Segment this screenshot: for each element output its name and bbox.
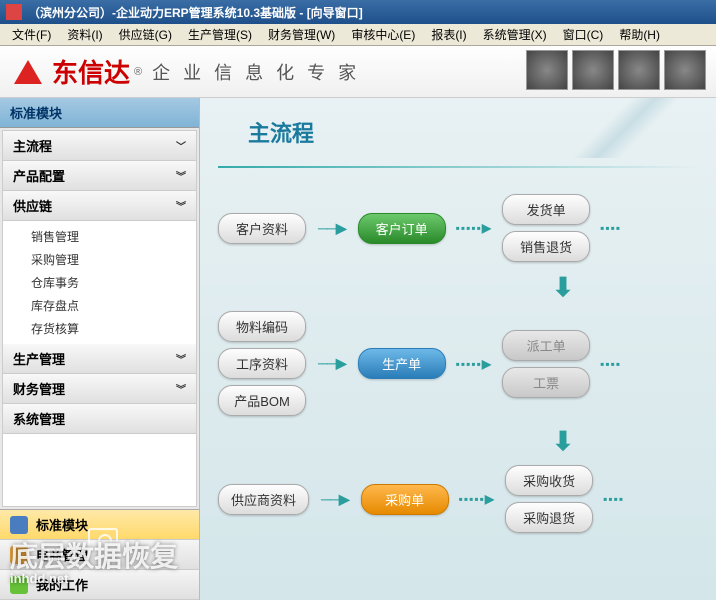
sidebar-title: 标准模块 xyxy=(0,98,199,128)
header-image xyxy=(526,50,568,90)
accordion-label: 系统管理 xyxy=(13,409,65,428)
window-titlebar: （滨州分公司）-企业动力ERP管理系统10.3基础版 - [向导窗口] xyxy=(0,0,716,24)
menu-item[interactable]: 资料(I) xyxy=(59,24,110,45)
arrow-dashed-right-icon: ▪▪▪▪ xyxy=(593,492,634,506)
arrow-right-icon: ──▶ xyxy=(309,491,361,508)
flow-right-stack: 派工单工票 xyxy=(502,330,590,398)
chevron-down-icon: ﹀ xyxy=(176,138,186,153)
flow-node[interactable]: 产品BOM xyxy=(218,385,306,416)
accordion-header[interactable]: 产品配置 ︾ xyxy=(3,161,196,191)
flow-left-stack: 客户资料 xyxy=(218,213,306,244)
accordion-label: 主流程 xyxy=(13,136,52,155)
menu-item[interactable]: 文件(F) xyxy=(4,24,59,45)
arrow-dashed-right-icon: ▪▪▪▪▪▶ xyxy=(446,357,503,371)
arrow-dashed-right-icon: ▪▪▪▪ xyxy=(590,357,631,371)
content-area: 标准模块 主流程﹀产品配置︾供应链︾销售管理采购管理仓库事务库存盘点存货核算生产… xyxy=(0,98,716,600)
header-images xyxy=(526,50,706,90)
sidebar-bottom-tabs: 标准模块电商管理我的工作 xyxy=(0,509,199,600)
sidebar-item[interactable]: 采购管理 xyxy=(31,248,196,271)
flow-node[interactable]: 销售退货 xyxy=(502,231,590,262)
module-icon xyxy=(10,576,28,594)
chevron-double-down-icon: ︾ xyxy=(176,168,186,183)
menu-item[interactable]: 帮助(H) xyxy=(611,24,668,45)
chevron-double-down-icon: ︾ xyxy=(176,351,186,366)
header-image xyxy=(618,50,660,90)
sidebar-tab-label: 我的工作 xyxy=(36,575,88,594)
flow-left-stack: 物料编码工序资料产品BOM xyxy=(218,311,306,416)
menubar: 文件(F)资料(I)供应链(G)生产管理(S)财务管理(W)审核中心(E)报表(… xyxy=(0,24,716,46)
sidebar: 标准模块 主流程﹀产品配置︾供应链︾销售管理采购管理仓库事务库存盘点存货核算生产… xyxy=(0,98,200,600)
sidebar-item[interactable]: 存货核算 xyxy=(31,317,196,340)
module-icon xyxy=(10,516,28,534)
arrow-right-icon: ──▶ xyxy=(306,220,358,237)
sidebar-body: 主流程﹀产品配置︾供应链︾销售管理采购管理仓库事务库存盘点存货核算生产管理︾财务… xyxy=(2,130,197,507)
registered-mark: ® xyxy=(134,66,142,78)
flow-right-stack: 采购收货采购退货 xyxy=(505,465,593,533)
module-icon xyxy=(10,546,28,564)
accordion-header[interactable]: 生产管理 ︾ xyxy=(3,344,196,374)
window-title: （滨州分公司）-企业动力ERP管理系统10.3基础版 - [向导窗口] xyxy=(28,4,363,21)
accordion-header[interactable]: 财务管理 ︾ xyxy=(3,374,196,404)
sidebar-tab[interactable]: 电商管理 xyxy=(0,540,199,570)
flow-left-stack: 供应商资料 xyxy=(218,484,309,515)
accordion-label: 供应链 xyxy=(13,196,52,215)
flow-node[interactable]: 派工单 xyxy=(502,330,590,361)
sidebar-tab[interactable]: 我的工作 xyxy=(0,570,199,600)
arrow-dashed-right-icon: ▪▪▪▪ xyxy=(590,221,631,235)
menu-item[interactable]: 报表(I) xyxy=(423,24,474,45)
arrow-down-icon: ⬇ xyxy=(428,272,698,303)
logo-text: 东信达 xyxy=(52,53,130,90)
menu-item[interactable]: 财务管理(W) xyxy=(260,24,343,45)
arrow-down-icon: ⬇ xyxy=(428,426,698,457)
flow-row: 客户资料──▶客户订单▪▪▪▪▪▶发货单销售退货▪▪▪▪ xyxy=(218,194,698,262)
header-image xyxy=(664,50,706,90)
flow-node[interactable]: 生产单 xyxy=(358,348,446,379)
title-underline xyxy=(218,166,698,168)
flow-node[interactable]: 发货单 xyxy=(502,194,590,225)
accordion-label: 财务管理 xyxy=(13,379,65,398)
sidebar-item[interactable]: 库存盘点 xyxy=(31,294,196,317)
chevron-double-down-icon: ︾ xyxy=(176,198,186,213)
sidebar-tab-label: 标准模块 xyxy=(36,515,88,534)
sidebar-item[interactable]: 销售管理 xyxy=(31,225,196,248)
arrow-dashed-right-icon: ▪▪▪▪▪▶ xyxy=(446,221,503,235)
accordion-label: 生产管理 xyxy=(13,349,65,368)
arrow-right-icon: ──▶ xyxy=(306,355,358,372)
flow-node[interactable]: 供应商资料 xyxy=(218,484,309,515)
app-icon xyxy=(6,4,22,20)
flow-node[interactable]: 物料编码 xyxy=(218,311,306,342)
flow-node[interactable]: 采购单 xyxy=(361,484,449,515)
main-panel: 主流程 客户资料──▶客户订单▪▪▪▪▪▶发货单销售退货▪▪▪▪⬇物料编码工序资… xyxy=(200,98,716,600)
menu-item[interactable]: 生产管理(S) xyxy=(180,24,260,45)
flow-node[interactable]: 工序资料 xyxy=(218,348,306,379)
accordion-body: 销售管理采购管理仓库事务库存盘点存货核算 xyxy=(3,221,196,344)
flow-node[interactable]: 客户资料 xyxy=(218,213,306,244)
flow-right-stack: 发货单销售退货 xyxy=(502,194,590,262)
accordion-header[interactable]: 系统管理 xyxy=(3,404,196,434)
main-title: 主流程 xyxy=(248,116,698,148)
flowchart: 客户资料──▶客户订单▪▪▪▪▪▶发货单销售退货▪▪▪▪⬇物料编码工序资料产品B… xyxy=(218,194,698,533)
logo-subtitle: 企 业 信 息 化 专 家 xyxy=(152,59,360,85)
flow-row: 供应商资料──▶采购单▪▪▪▪▪▶采购收货采购退货▪▪▪▪ xyxy=(218,465,698,533)
flow-node[interactable]: 工票 xyxy=(502,367,590,398)
header-image xyxy=(572,50,614,90)
logo-icon xyxy=(14,60,42,84)
menu-item[interactable]: 供应链(G) xyxy=(111,24,180,45)
flow-node[interactable]: 采购收货 xyxy=(505,465,593,496)
app-header: 东信达 ® 企 业 信 息 化 专 家 xyxy=(0,46,716,98)
accordion-header[interactable]: 主流程 ﹀ xyxy=(3,131,196,161)
accordion-header[interactable]: 供应链 ︾ xyxy=(3,191,196,221)
arrow-dashed-right-icon: ▪▪▪▪▪▶ xyxy=(449,492,506,506)
flow-row: 物料编码工序资料产品BOM──▶生产单▪▪▪▪▪▶派工单工票▪▪▪▪ xyxy=(218,311,698,416)
flow-node[interactable]: 客户订单 xyxy=(358,213,446,244)
sidebar-tab[interactable]: 标准模块 xyxy=(0,510,199,540)
flow-node[interactable]: 采购退货 xyxy=(505,502,593,533)
menu-item[interactable]: 审核中心(E) xyxy=(343,24,423,45)
chevron-double-down-icon: ︾ xyxy=(176,381,186,396)
accordion-label: 产品配置 xyxy=(13,166,65,185)
menu-item[interactable]: 窗口(C) xyxy=(555,24,612,45)
sidebar-item[interactable]: 仓库事务 xyxy=(31,271,196,294)
menu-item[interactable]: 系统管理(X) xyxy=(475,24,555,45)
sidebar-tab-label: 电商管理 xyxy=(36,545,88,564)
